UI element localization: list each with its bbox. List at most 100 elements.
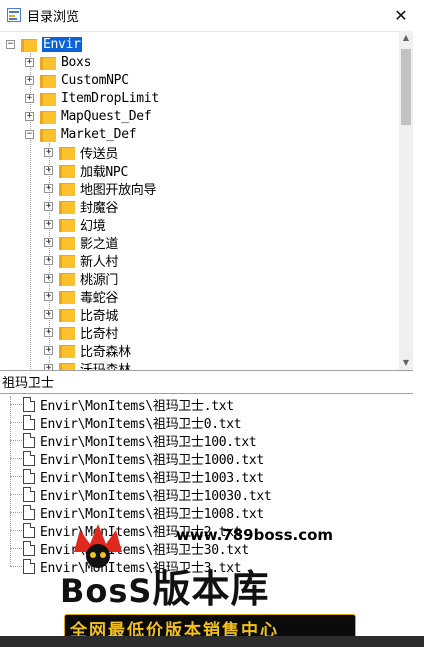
file-icon	[23, 522, 35, 538]
tree-node-label: CustomNPC	[61, 72, 129, 88]
folder-icon	[40, 127, 57, 142]
tree-line-vertical	[10, 396, 11, 566]
tree-node[interactable]: + 加载NPC	[44, 161, 128, 180]
tree-line-horizontal	[10, 476, 22, 477]
result-path: Envir\MonItems\祖玛卫士3.txt	[40, 560, 242, 576]
file-icon	[23, 396, 35, 412]
tree-node-label: MapQuest_Def	[61, 108, 152, 124]
folder-icon	[59, 217, 76, 232]
tree-node[interactable]: + 幻境	[44, 215, 106, 234]
tree-scrollbar[interactable]: ▲ ▼	[399, 31, 413, 370]
result-path: Envir\MonItems\祖玛卫士1003.txt	[40, 470, 264, 486]
results-list[interactable]: Envir\MonItems\祖玛卫士.txt Envir\MonItems\祖玛…	[0, 394, 413, 647]
title-bar: 目录浏览 ✕	[0, 0, 424, 32]
tree-line-horizontal	[10, 440, 22, 441]
tree-node-label: 加载NPC	[80, 164, 128, 180]
result-item[interactable]: Envir\MonItems\祖玛卫士10030.txt	[23, 485, 272, 504]
folder-icon	[59, 163, 76, 178]
tree-node[interactable]: + 传送员	[44, 143, 119, 162]
tree-node-label: ItemDropLimit	[61, 90, 159, 106]
result-path: Envir\MonItems\祖玛卫士2.txt	[40, 524, 242, 540]
tree-node-label: Boxs	[61, 54, 92, 70]
tree-node[interactable]: + MapQuest_Def	[25, 107, 152, 125]
folder-icon	[59, 289, 76, 304]
result-path: Envir\MonItems\祖玛卫士0.txt	[40, 416, 242, 432]
scroll-thumb[interactable]	[401, 49, 411, 125]
expand-icon[interactable]: +	[25, 111, 34, 121]
folder-icon	[59, 271, 76, 286]
result-item[interactable]: Envir\MonItems\祖玛卫士0.txt	[23, 413, 242, 432]
directory-tree[interactable]: − Envir + Boxs + CustomNPC + ItemDropLimit + MapQ…	[0, 31, 413, 371]
tree-node[interactable]: − Market_Def	[25, 125, 137, 143]
tree-line-horizontal	[10, 458, 22, 459]
close-icon: ✕	[394, 6, 408, 25]
folder-icon	[40, 91, 57, 106]
search-bar	[0, 371, 413, 394]
bottom-strip	[0, 636, 424, 647]
result-item[interactable]: Envir\MonItems\祖玛卫士100.txt	[23, 431, 257, 450]
result-item[interactable]: Envir\MonItems\祖玛卫士1000.txt	[23, 449, 264, 468]
folder-icon	[40, 55, 57, 70]
folder-icon	[40, 109, 57, 124]
tree-node[interactable]: + 比奇村	[44, 323, 118, 342]
folder-icon	[59, 343, 76, 358]
folder-icon	[21, 37, 38, 52]
tree-line-horizontal	[10, 530, 22, 531]
expand-icon[interactable]: +	[25, 57, 34, 67]
tree-node-label: 幻境	[80, 218, 106, 234]
tree-node-label: 地图开放向导	[80, 182, 157, 198]
collapse-icon[interactable]: −	[25, 129, 34, 139]
tree-line-vertical	[49, 143, 50, 371]
expand-icon[interactable]: +	[25, 75, 34, 85]
result-path: Envir\MonItems\祖玛卫士30.txt	[40, 542, 249, 558]
tree-node[interactable]: + 地图开放向导	[44, 179, 157, 198]
file-icon	[23, 468, 35, 484]
tree-node[interactable]: + CustomNPC	[25, 71, 129, 89]
result-item[interactable]: Envir\MonItems\祖玛卫士3.txt	[23, 557, 242, 576]
tree-line-horizontal	[10, 404, 22, 405]
result-path: Envir\MonItems\祖玛卫士100.txt	[40, 434, 257, 450]
collapse-icon[interactable]: −	[6, 39, 15, 49]
scroll-up-icon[interactable]: ▲	[399, 31, 413, 45]
file-icon	[23, 540, 35, 556]
tree-node[interactable]: + ItemDropLimit	[25, 89, 159, 107]
result-item[interactable]: Envir\MonItems\祖玛卫士2.txt	[23, 521, 242, 540]
folder-icon	[59, 145, 76, 160]
file-icon	[23, 504, 35, 520]
file-icon	[23, 432, 35, 448]
result-path: Envir\MonItems\祖玛卫士.txt	[40, 398, 234, 414]
result-item[interactable]: Envir\MonItems\祖玛卫士30.txt	[23, 539, 249, 558]
tree-node[interactable]: + 比奇城	[44, 305, 119, 324]
tree-line-horizontal	[10, 548, 22, 549]
close-button[interactable]: ✕	[378, 0, 424, 31]
tree-node-label: 传送员	[80, 146, 119, 162]
result-item[interactable]: Envir\MonItems\祖玛卫士1003.txt	[23, 467, 264, 486]
tree-node[interactable]: + 桃源门	[44, 269, 119, 288]
tree-node-label: 封魔谷	[80, 200, 119, 216]
tree-line-horizontal	[10, 512, 22, 513]
tree-node[interactable]: + Boxs	[25, 53, 91, 71]
result-path: Envir\MonItems\祖玛卫士1008.txt	[40, 506, 264, 522]
result-item[interactable]: Envir\MonItems\祖玛卫士1008.txt	[23, 503, 264, 522]
expand-icon[interactable]: +	[25, 93, 34, 103]
tree-node-label: Envir	[41, 35, 83, 53]
tree-node[interactable]: + 比奇森林	[44, 341, 131, 360]
folder-icon	[59, 235, 76, 250]
tree-node-label: 桃源门	[80, 272, 119, 288]
file-icon	[23, 450, 35, 466]
result-item[interactable]: Envir\MonItems\祖玛卫士.txt	[23, 395, 234, 414]
scroll-down-icon[interactable]: ▼	[399, 356, 413, 370]
file-icon	[23, 414, 35, 430]
folder-icon	[40, 73, 57, 88]
tree-node[interactable]: + 新人村	[44, 251, 118, 270]
folder-icon	[59, 325, 76, 340]
tree-node-label: 比奇城	[80, 308, 119, 324]
tree-node[interactable]: + 毒蛇谷	[44, 287, 118, 306]
search-input[interactable]	[2, 372, 402, 391]
tree-node[interactable]: + 封魔谷	[44, 197, 119, 216]
tree-line-horizontal	[10, 494, 22, 495]
result-path: Envir\MonItems\祖玛卫士10030.txt	[40, 488, 272, 504]
tree-node[interactable]: + 影之道	[44, 233, 119, 252]
tree-node-label: 影之道	[80, 236, 119, 252]
tree-node-root[interactable]: − Envir	[6, 35, 83, 53]
